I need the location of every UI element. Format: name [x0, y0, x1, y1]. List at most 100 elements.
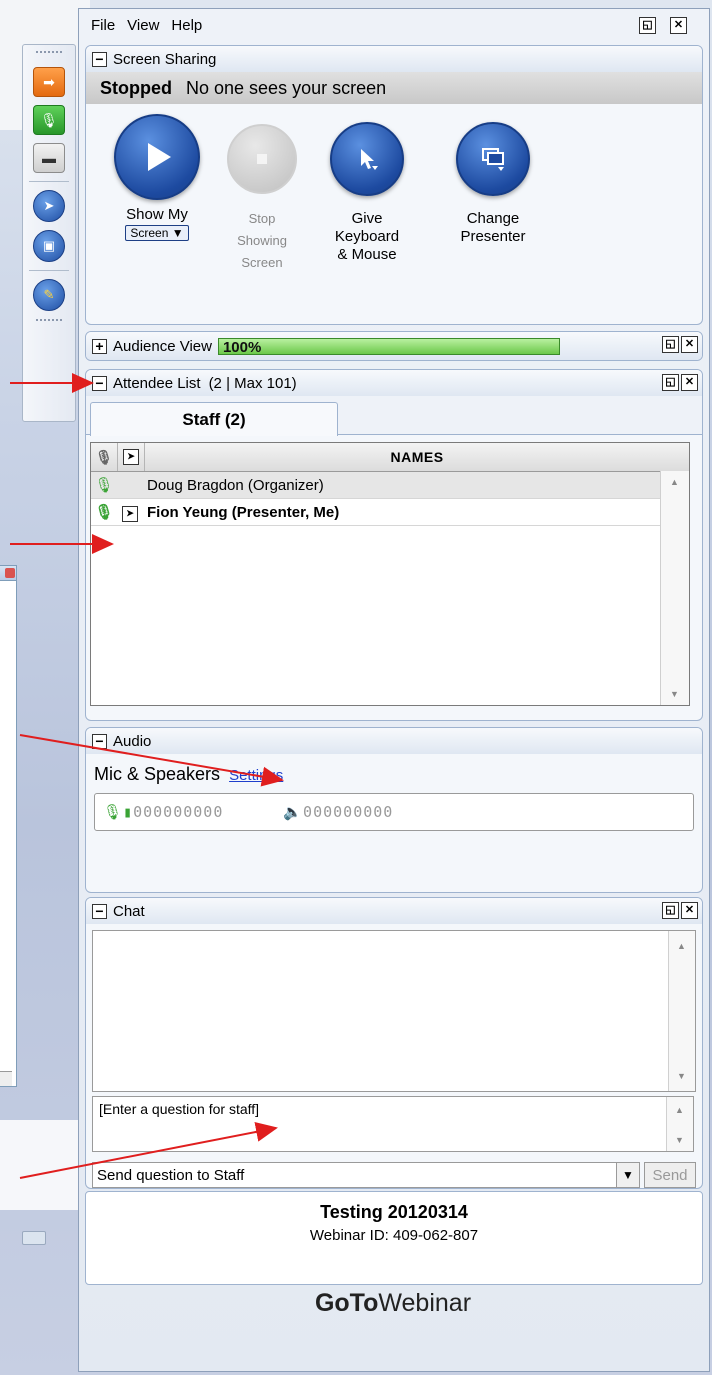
- change-presenter-toolbar-button[interactable]: ▣: [33, 230, 65, 262]
- chat-log-scrollbar[interactable]: ▲ ▼: [668, 931, 695, 1091]
- attendee-count: (2 | Max 101): [208, 374, 297, 392]
- chat-question-input[interactable]: [Enter a question for staff] ▲ ▼: [92, 1096, 694, 1152]
- toolbar-divider: [29, 181, 69, 182]
- popout-icon[interactable]: ◱: [662, 374, 679, 391]
- send-to-value: Send question to Staff: [97, 1166, 245, 1184]
- audience-view-section: + Audience View 100% ◱ ✕: [85, 331, 703, 361]
- give-label-3: & Mouse: [337, 246, 397, 263]
- mic-column-header[interactable]: 🎙: [91, 443, 118, 471]
- grid-header: 🎙 ➤ NAMES: [91, 443, 689, 472]
- mic-button[interactable]: 🎙: [33, 105, 65, 135]
- mic-level: 000000000: [133, 803, 224, 821]
- section-title: Audio: [113, 732, 152, 750]
- screen-sharing-header[interactable]: − Screen Sharing: [86, 46, 702, 72]
- chevron-down-icon[interactable]: ▼: [616, 1163, 639, 1187]
- presenter-icon: ➤: [123, 449, 139, 465]
- collapse-icon[interactable]: −: [92, 375, 107, 391]
- audio-meter: 🎙 ▮ 000000000 🔈 000000000: [94, 793, 694, 831]
- give-label-1: Give: [351, 210, 383, 227]
- chat-header[interactable]: − Chat ◱ ✕: [86, 898, 702, 924]
- mic-icon: 🎙: [95, 448, 113, 465]
- mic-icon: 🎙: [40, 111, 58, 128]
- mic-level-indicator: ▮: [123, 803, 134, 821]
- tab-staff[interactable]: Staff (2): [90, 402, 338, 436]
- audio-header[interactable]: − Audio: [86, 728, 702, 754]
- expand-icon[interactable]: +: [92, 338, 107, 354]
- collapse-icon[interactable]: −: [92, 733, 107, 749]
- menu-file[interactable]: File: [91, 17, 115, 34]
- give-keyboard-mouse-button[interactable]: Give Keyboard & Mouse: [322, 122, 412, 264]
- attendee-tabs: Staff (2): [86, 396, 702, 436]
- stop-label-1: Stop: [248, 211, 276, 226]
- attendee-row[interactable]: 🎙 Doug Bragdon (Organizer): [91, 472, 661, 499]
- collapse-icon[interactable]: −: [92, 51, 107, 67]
- stop-label-2: Showing: [237, 233, 287, 248]
- audio-body: Mic & Speakers Settings 🎙 ▮ 000000000 🔈 …: [86, 754, 702, 841]
- change-presenter-button[interactable]: Change Presenter: [448, 122, 538, 246]
- scroll-down-icon[interactable]: ▼: [670, 689, 679, 699]
- attendee-row[interactable]: 🎙 ➤ Fion Yeung (Presenter, Me): [91, 499, 661, 526]
- webinar-id: Webinar ID: 409-062-807: [309, 1227, 479, 1244]
- stop-icon: [227, 124, 297, 194]
- names-column-header[interactable]: NAMES: [145, 443, 689, 471]
- stop-label-3: Screen: [241, 255, 283, 270]
- close-icon[interactable]: ✕: [670, 17, 687, 34]
- show-hide-panel-button[interactable]: ➡: [33, 67, 65, 97]
- screen-sharing-buttons: Show My Screen ▼ Stop Showing Screen Giv…: [86, 104, 702, 270]
- webcam-button[interactable]: ▬: [33, 143, 65, 173]
- give-keyboard-mouse-toolbar-button[interactable]: ➤: [33, 190, 65, 222]
- scroll-up-icon[interactable]: ▲: [670, 477, 679, 487]
- presenter-icon: ➤: [122, 505, 138, 522]
- chat-input-scrollbar[interactable]: ▲ ▼: [666, 1097, 693, 1151]
- grip-handle[interactable]: [36, 51, 62, 59]
- close-icon[interactable]: ✕: [681, 374, 698, 391]
- screen-sharing-status: Stopped No one sees your screen: [86, 72, 702, 104]
- show-my-screen-button[interactable]: Show My Screen ▼: [98, 114, 216, 242]
- scroll-down-icon[interactable]: ▼: [675, 1135, 684, 1145]
- send-button[interactable]: Send: [644, 1162, 696, 1188]
- attendee-list-section: − Attendee List (2 | Max 101) ◱ ✕ Staff …: [85, 369, 703, 721]
- screen-sharing-section: − Screen Sharing Stopped No one sees you…: [85, 45, 703, 325]
- presenter-icon: ▣: [42, 238, 56, 253]
- menu-help[interactable]: Help: [171, 17, 202, 34]
- popout-icon[interactable]: ◱: [639, 17, 656, 34]
- scroll-down-icon[interactable]: ▼: [677, 1071, 686, 1081]
- screen-column-header[interactable]: ➤: [118, 443, 145, 471]
- logo-light: Webinar: [378, 1289, 472, 1317]
- screen-dropdown[interactable]: Screen ▼: [125, 225, 189, 241]
- cursor-icon: ➤: [43, 198, 55, 213]
- stop-showing-screen-button[interactable]: Stop Showing Screen: [226, 124, 298, 274]
- audience-view-progress: 100%: [217, 337, 560, 356]
- drawing-tools-button[interactable]: ✎: [33, 279, 65, 311]
- section-window-buttons: ◱ ✕: [662, 902, 698, 919]
- attendee-name: Doug Bragdon (Organizer): [147, 476, 324, 494]
- close-icon[interactable]: [5, 568, 15, 578]
- scroll-up-icon[interactable]: ▲: [677, 941, 686, 951]
- change-label-2: Presenter: [460, 228, 526, 245]
- collapse-icon[interactable]: −: [92, 903, 107, 919]
- audio-section: − Audio Mic & Speakers Settings 🎙 ▮ 0000…: [85, 727, 703, 893]
- chat-input-placeholder: [Enter a question for staff]: [99, 1101, 260, 1117]
- minimize-icon[interactable]: [22, 1231, 46, 1245]
- window-buttons: ◱ ✕: [639, 17, 699, 34]
- speaker-icon: 🔈: [283, 803, 304, 821]
- attendee-list-header[interactable]: − Attendee List (2 | Max 101) ◱ ✕: [86, 370, 702, 396]
- attendee-scrollbar[interactable]: ▲ ▼: [660, 471, 689, 705]
- grip-handle[interactable]: [36, 319, 62, 327]
- send-to-dropdown[interactable]: Send question to Staff ▼: [92, 1162, 640, 1188]
- chat-send-row: Send question to Staff ▼ Send: [92, 1162, 696, 1188]
- close-icon[interactable]: ✕: [681, 336, 698, 353]
- menu-view[interactable]: View: [127, 17, 159, 34]
- audio-settings-link[interactable]: Settings: [229, 767, 283, 784]
- close-icon[interactable]: ✕: [681, 902, 698, 919]
- popout-icon[interactable]: ◱: [662, 336, 679, 353]
- chat-section: − Chat ◱ ✕ ▲ ▼ [Enter a question for sta…: [85, 897, 703, 1189]
- scroll-up-icon[interactable]: ▲: [675, 1105, 684, 1115]
- popout-icon[interactable]: ◱: [662, 902, 679, 919]
- audience-view-header[interactable]: + Audience View 100% ◱ ✕: [86, 332, 702, 360]
- play-icon: [114, 114, 200, 200]
- chat-log[interactable]: ▲ ▼: [92, 930, 696, 1092]
- section-window-buttons: ◱ ✕: [662, 374, 698, 391]
- gotowebinar-logo: GoToWebinar: [85, 1289, 701, 1333]
- section-window-buttons: ◱ ✕: [662, 336, 698, 353]
